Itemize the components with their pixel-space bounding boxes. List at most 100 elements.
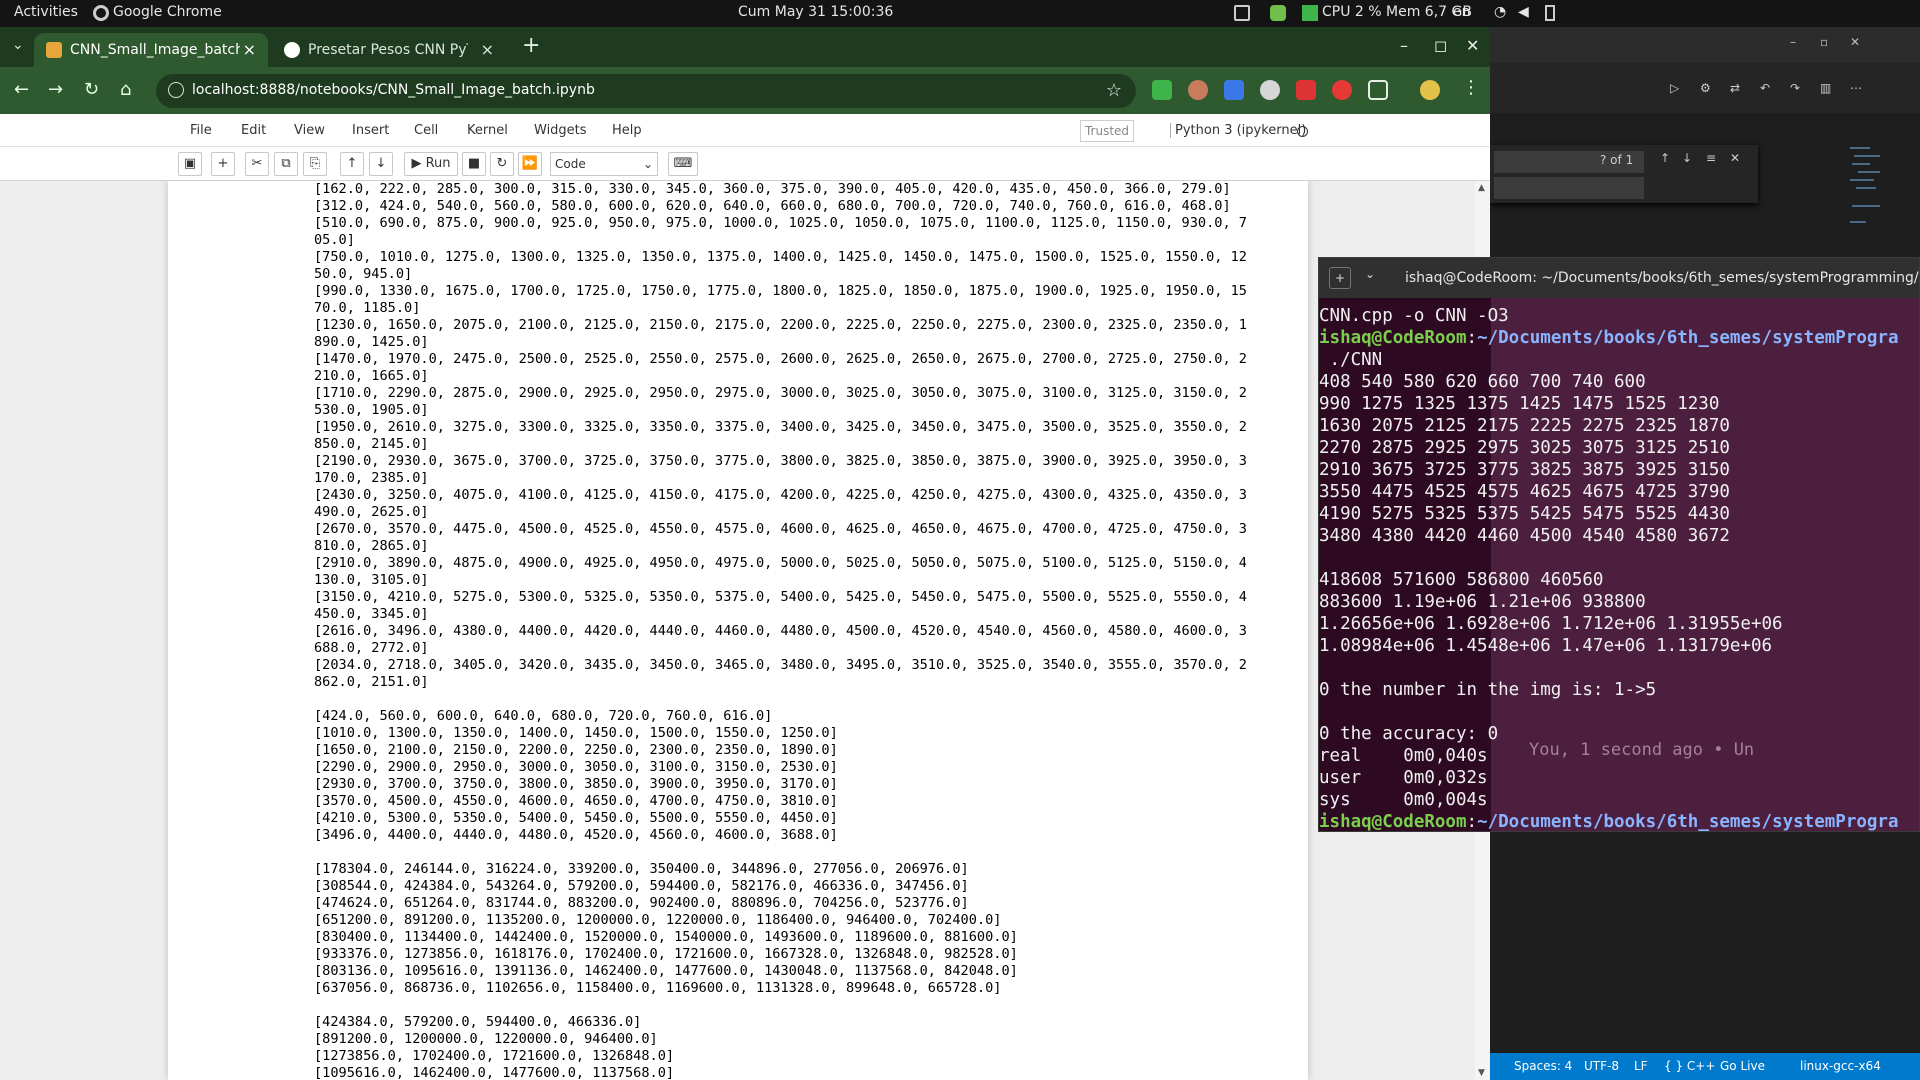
bookmark-star-icon[interactable]: ☆ bbox=[1106, 80, 1122, 101]
copy-icon[interactable]: ⧉ bbox=[274, 152, 298, 176]
status-config[interactable]: linux-gcc-x64 bbox=[1800, 1059, 1881, 1073]
tab-search-icon[interactable]: ⌄ bbox=[12, 37, 24, 53]
move-down-icon[interactable]: ↓ bbox=[369, 152, 393, 176]
translate-extension-icon[interactable] bbox=[1224, 80, 1244, 100]
profile-avatar-icon[interactable] bbox=[1420, 80, 1440, 100]
output-line: 450.0, 3345.0] bbox=[314, 606, 429, 622]
output-line: [1095616.0, 1462400.0, 1477600.0, 113756… bbox=[314, 1065, 675, 1080]
gear-icon[interactable]: ⚙ bbox=[1700, 81, 1711, 95]
menu-view[interactable]: View bbox=[294, 123, 325, 138]
menu-file[interactable]: File bbox=[190, 123, 212, 138]
off-extension-icon[interactable] bbox=[1296, 80, 1316, 100]
status-golive[interactable]: Go Live bbox=[1720, 1059, 1765, 1073]
cell-type-select[interactable]: Code ⌄ bbox=[550, 152, 658, 176]
system-monitor-icon[interactable] bbox=[1302, 5, 1318, 21]
split-editor-icon[interactable]: ▥ bbox=[1820, 81, 1831, 95]
chrome-menu-icon[interactable]: ⋮ bbox=[1462, 77, 1480, 98]
output-line: 850.0, 2145.0] bbox=[314, 436, 429, 452]
activities-button[interactable]: Activities bbox=[14, 4, 78, 20]
red-extension-icon[interactable] bbox=[1332, 80, 1352, 100]
battery-icon[interactable] bbox=[1545, 5, 1555, 21]
restart-icon[interactable]: ↻ bbox=[490, 152, 514, 176]
close-window-icon[interactable]: ✕ bbox=[1466, 36, 1479, 55]
cpu-mem-indicator[interactable]: CPU 2 % Mem 6,7 GB bbox=[1322, 4, 1472, 20]
back-icon[interactable]: ↶ bbox=[1760, 81, 1770, 95]
clock[interactable]: Cum May 31 15:00:36 bbox=[738, 4, 893, 20]
kernel-name[interactable]: Python 3 (ipykernel) bbox=[1170, 123, 1306, 138]
address-bar[interactable]: localhost:8888/notebooks/CNN_Small_Image… bbox=[156, 74, 1136, 108]
compare-icon[interactable]: ⇄ bbox=[1730, 81, 1740, 95]
insert-cell-icon[interactable]: + bbox=[211, 152, 235, 176]
terminal-prompt: ishaq@CodeRoom:~/Documents/books/6th_sem… bbox=[1319, 811, 1919, 832]
minimap-line bbox=[1850, 221, 1866, 223]
forward-icon[interactable]: ↷ bbox=[1790, 81, 1800, 95]
paste-icon[interactable]: ⎘ bbox=[303, 152, 327, 176]
prev-match-icon[interactable]: ↑ bbox=[1660, 151, 1670, 165]
next-match-icon[interactable]: ↓ bbox=[1682, 151, 1692, 165]
adblock-extension-icon[interactable] bbox=[1152, 80, 1172, 100]
close-find-icon[interactable]: ✕ bbox=[1730, 151, 1740, 165]
selection-icon[interactable]: ≡ bbox=[1706, 151, 1716, 165]
scroll-up-icon[interactable]: ▲ bbox=[1478, 183, 1485, 193]
menu-help[interactable]: Help bbox=[612, 123, 642, 138]
restart-run-all-icon[interactable]: ⏩ bbox=[518, 152, 542, 176]
extensions-puzzle-icon[interactable] bbox=[1368, 80, 1388, 100]
maximize-icon[interactable]: ◻ bbox=[1434, 36, 1447, 55]
command-palette-icon[interactable]: ⌨ bbox=[668, 152, 698, 176]
shield-ext-icon[interactable] bbox=[1270, 5, 1286, 21]
url-text[interactable]: localhost:8888/notebooks/CNN_Small_Image… bbox=[192, 82, 595, 98]
cell-output: [162.0, 222.0, 285.0, 300.0, 315.0, 330.… bbox=[314, 181, 1294, 1080]
run-button[interactable]: ▶ Run bbox=[404, 152, 458, 176]
minimize-icon[interactable]: – bbox=[1400, 36, 1408, 55]
tab-presetar-pesos[interactable]: Presetar Pesos CNN PyTorch × bbox=[272, 33, 506, 67]
trusted-badge[interactable]: Trusted bbox=[1080, 120, 1134, 142]
cut-icon[interactable]: ✂ bbox=[245, 152, 269, 176]
prompt-separator: : bbox=[1466, 812, 1478, 832]
save-icon[interactable]: ▣ bbox=[178, 152, 202, 176]
output-line: [162.0, 222.0, 285.0, 300.0, 315.0, 330.… bbox=[314, 181, 1231, 197]
run-icon[interactable]: ▷ bbox=[1670, 81, 1679, 95]
cell-type-value: Code bbox=[555, 157, 586, 171]
close-tab-icon[interactable]: × bbox=[481, 40, 494, 59]
clipboard-icon[interactable] bbox=[1234, 5, 1250, 21]
replace-input[interactable] bbox=[1494, 177, 1644, 199]
site-info-icon[interactable] bbox=[168, 82, 184, 98]
menu-insert[interactable]: Insert bbox=[352, 123, 389, 138]
menu-widgets[interactable]: Widgets bbox=[534, 123, 587, 138]
close-icon[interactable]: ✕ bbox=[1850, 35, 1860, 49]
terminal-body[interactable]: You, 1 second ago • Un CNN.cpp -o CNN -O… bbox=[1319, 298, 1919, 832]
close-tab-icon[interactable]: × bbox=[243, 40, 256, 59]
status-eol[interactable]: LF bbox=[1634, 1059, 1648, 1073]
wifi-icon[interactable]: ◔ bbox=[1494, 4, 1506, 20]
tab-cnn-notebook[interactable]: CNN_Small_Image_batch × bbox=[34, 33, 268, 67]
new-tab-icon[interactable]: + bbox=[522, 33, 540, 58]
more-icon[interactable]: ⋯ bbox=[1850, 81, 1862, 95]
menu-edit[interactable]: Edit bbox=[241, 123, 266, 138]
volume-icon[interactable]: ◀ bbox=[1518, 4, 1529, 20]
settings-extension-icon[interactable] bbox=[1260, 80, 1280, 100]
new-tab-icon[interactable]: + bbox=[1329, 267, 1351, 289]
move-up-icon[interactable]: ↑ bbox=[340, 152, 364, 176]
reload-icon[interactable]: ↻ bbox=[84, 79, 99, 100]
back-icon[interactable]: ← bbox=[14, 79, 29, 100]
menu-cell[interactable]: Cell bbox=[414, 123, 438, 138]
chevron-down-icon[interactable]: ⌄ bbox=[1365, 267, 1375, 281]
prompt-separator: : bbox=[1466, 328, 1478, 348]
output-line: [990.0, 1330.0, 1675.0, 1700.0, 1725.0, … bbox=[314, 283, 1247, 299]
restore-icon[interactable]: ▫ bbox=[1820, 35, 1828, 49]
status-encoding[interactable]: UTF-8 bbox=[1584, 1059, 1619, 1073]
minimize-icon[interactable]: – bbox=[1790, 35, 1796, 49]
interrupt-icon[interactable]: ■ bbox=[462, 152, 486, 176]
output-line: 50.0, 945.0] bbox=[314, 266, 413, 282]
keyboard-layout[interactable]: en bbox=[1453, 4, 1471, 20]
app-name[interactable]: Google Chrome bbox=[113, 4, 222, 20]
forward-icon[interactable]: → bbox=[48, 79, 63, 100]
extension-icon[interactable] bbox=[1188, 80, 1208, 100]
status-language[interactable]: { } C++ bbox=[1664, 1059, 1715, 1073]
home-icon[interactable]: ⌂ bbox=[120, 79, 131, 100]
menu-kernel[interactable]: Kernel bbox=[467, 123, 508, 138]
notebook-area[interactable]: [162.0, 222.0, 285.0, 300.0, 315.0, 330.… bbox=[0, 181, 1490, 1080]
jupyter-favicon-icon bbox=[46, 42, 62, 58]
scroll-down-icon[interactable]: ▼ bbox=[1478, 1068, 1485, 1078]
status-indent[interactable]: Spaces: 4 bbox=[1514, 1059, 1572, 1073]
